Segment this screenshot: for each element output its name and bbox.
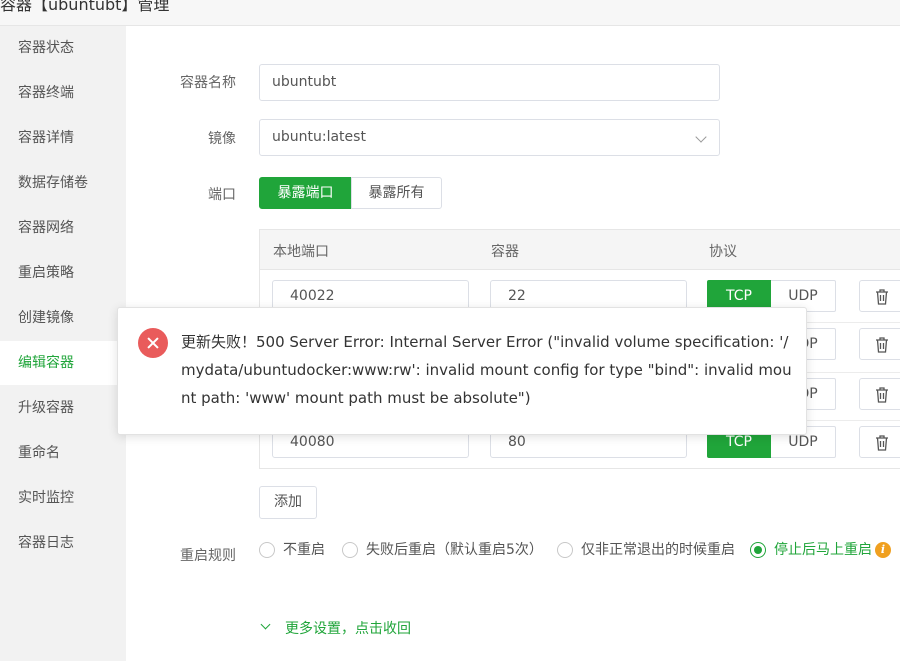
sidebar-item-edit-container[interactable]: 编辑容器 bbox=[0, 341, 126, 385]
expose-all-button[interactable]: 暴露所有 bbox=[351, 177, 442, 209]
restart-option-label: 停止后马上重启 bbox=[774, 542, 872, 558]
radio-circle bbox=[342, 542, 358, 558]
header-local-port: 本地端口 bbox=[273, 244, 329, 260]
port-table-header: 本地端口 容器 协议 bbox=[260, 230, 900, 270]
sidebar-item-create-image[interactable]: 创建镜像 bbox=[0, 296, 126, 340]
delete-port-button[interactable] bbox=[859, 426, 900, 458]
sidebar-item-restart-policy[interactable]: 重启策略 bbox=[0, 251, 126, 295]
radio-circle bbox=[259, 542, 275, 558]
header-protocol: 协议 bbox=[709, 244, 737, 260]
restart-option-label: 仅非正常退出的时候重启 bbox=[581, 542, 735, 558]
close-circle-icon bbox=[138, 328, 168, 358]
image-select[interactable]: ubuntu:latest bbox=[259, 119, 720, 156]
sidebar-item-status[interactable]: 容器状态 bbox=[0, 26, 126, 70]
trash-icon bbox=[876, 337, 888, 353]
sidebar: 容器状态 容器终端 容器详情 数据存储卷 容器网络 重启策略 创建镜像 编辑容器… bbox=[0, 26, 126, 661]
port-label: 端口 bbox=[208, 187, 236, 203]
header-container-port: 容器 bbox=[491, 244, 519, 260]
error-message: 更新失败！500 Server Error: Internal Server E… bbox=[181, 333, 792, 407]
chevron-down-icon bbox=[260, 619, 271, 630]
sidebar-item-rename[interactable]: 重命名 bbox=[0, 431, 126, 475]
window-title: 容器【ubuntubt】管理 bbox=[0, 0, 170, 14]
delete-port-button[interactable] bbox=[859, 378, 900, 410]
container-name-input[interactable]: ubuntubt bbox=[259, 64, 720, 101]
trash-icon bbox=[876, 435, 888, 451]
expose-port-button[interactable]: 暴露端口 bbox=[259, 177, 352, 209]
image-select-value: ubuntu:latest bbox=[272, 129, 366, 145]
sidebar-item-network[interactable]: 容器网络 bbox=[0, 206, 126, 250]
sidebar-item-logs[interactable]: 容器日志 bbox=[0, 521, 126, 565]
window-titlebar: 容器【ubuntubt】管理 bbox=[0, 0, 900, 26]
sidebar-item-upgrade[interactable]: 升级容器 bbox=[0, 386, 126, 430]
image-label: 镜像 bbox=[208, 131, 236, 147]
more-settings-label: 更多设置，点击收回 bbox=[285, 621, 411, 637]
restart-option-label: 不重启 bbox=[283, 542, 325, 558]
radio-circle bbox=[557, 542, 573, 558]
chevron-down-icon bbox=[695, 131, 707, 143]
container-name-label: 容器名称 bbox=[180, 75, 236, 91]
sidebar-item-monitor[interactable]: 实时监控 bbox=[0, 476, 126, 520]
add-port-button[interactable]: 添加 bbox=[259, 486, 317, 519]
sidebar-item-terminal[interactable]: 容器终端 bbox=[0, 71, 126, 115]
restart-policy-label: 重启规则 bbox=[180, 548, 236, 564]
trash-icon bbox=[876, 289, 888, 305]
sidebar-item-details[interactable]: 容器详情 bbox=[0, 116, 126, 160]
restart-option-label: 失败后重启（默认重启5次） bbox=[366, 542, 543, 558]
trash-icon bbox=[876, 387, 888, 403]
delete-port-button[interactable] bbox=[859, 280, 900, 312]
delete-port-button[interactable] bbox=[859, 328, 900, 360]
error-toast: 更新失败！500 Server Error: Internal Server E… bbox=[117, 307, 807, 435]
sidebar-item-volumes[interactable]: 数据存储卷 bbox=[0, 161, 126, 205]
info-icon[interactable]: i bbox=[875, 542, 891, 558]
radio-circle-checked bbox=[750, 542, 766, 558]
